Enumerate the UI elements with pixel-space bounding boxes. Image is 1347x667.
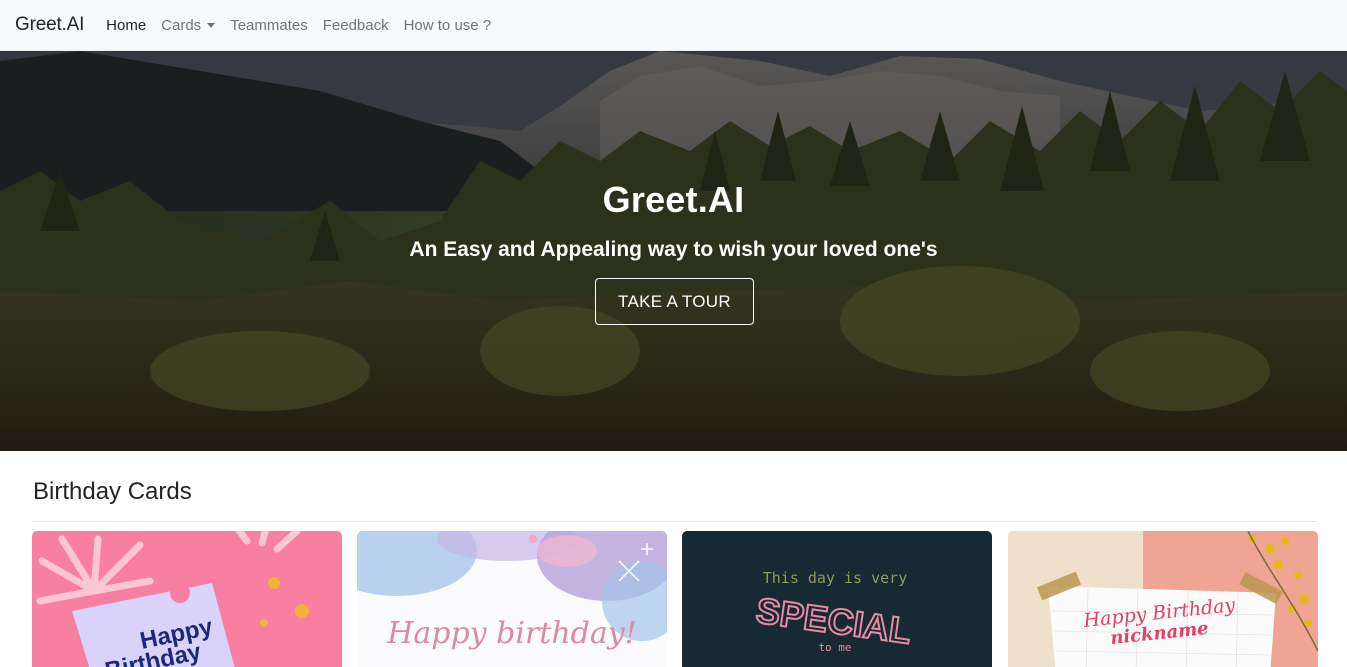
nav-link-cards[interactable]: Cards	[161, 16, 216, 34]
nav-link-home[interactable]: Home	[106, 17, 146, 34]
birthday-card[interactable]: Happy Birthday	[32, 531, 342, 667]
card-image-paper: Happy Birthday nickname	[1008, 531, 1318, 667]
card-image-dark: This day is very SPECIAL to me	[682, 531, 992, 667]
hero-banner: Greet.AI An Easy and Appealing way to wi…	[0, 51, 1347, 451]
birthday-card[interactable]: Happy birthday!	[357, 531, 667, 667]
card-image-pink: Happy Birthday	[32, 531, 342, 667]
nav-link-how-to-use[interactable]: How to use ?	[404, 17, 492, 34]
take-a-tour-button[interactable]: TAKE A TOUR	[595, 278, 754, 325]
chevron-down-icon	[207, 23, 216, 28]
card-image-watercolor: Happy birthday!	[357, 531, 667, 667]
hero-content: Greet.AI An Easy and Appealing way to wi…	[0, 51, 1347, 451]
section-divider	[32, 521, 1317, 522]
hero-subtitle: An Easy and Appealing way to wish your l…	[409, 238, 938, 261]
card-2-text: Happy birthday!	[386, 616, 637, 651]
navbar-brand[interactable]: Greet.AI	[15, 14, 84, 36]
birthday-card[interactable]: Happy Birthday nickname	[1008, 531, 1318, 667]
nav-link-cards-label: Cards	[161, 16, 202, 34]
nav-link-teammates[interactable]: Teammates	[230, 17, 308, 34]
nav-link-feedback[interactable]: Feedback	[323, 17, 389, 34]
card-3-line1: This day is very	[763, 569, 908, 587]
hero-title: Greet.AI	[602, 179, 745, 220]
section-title: Birthday Cards	[33, 478, 192, 505]
birthday-card[interactable]: This day is very SPECIAL to me	[682, 531, 992, 667]
navbar: Greet.AI Home Cards Teammates Feedback H…	[0, 0, 1347, 51]
card-3-line3: to me	[818, 641, 851, 654]
